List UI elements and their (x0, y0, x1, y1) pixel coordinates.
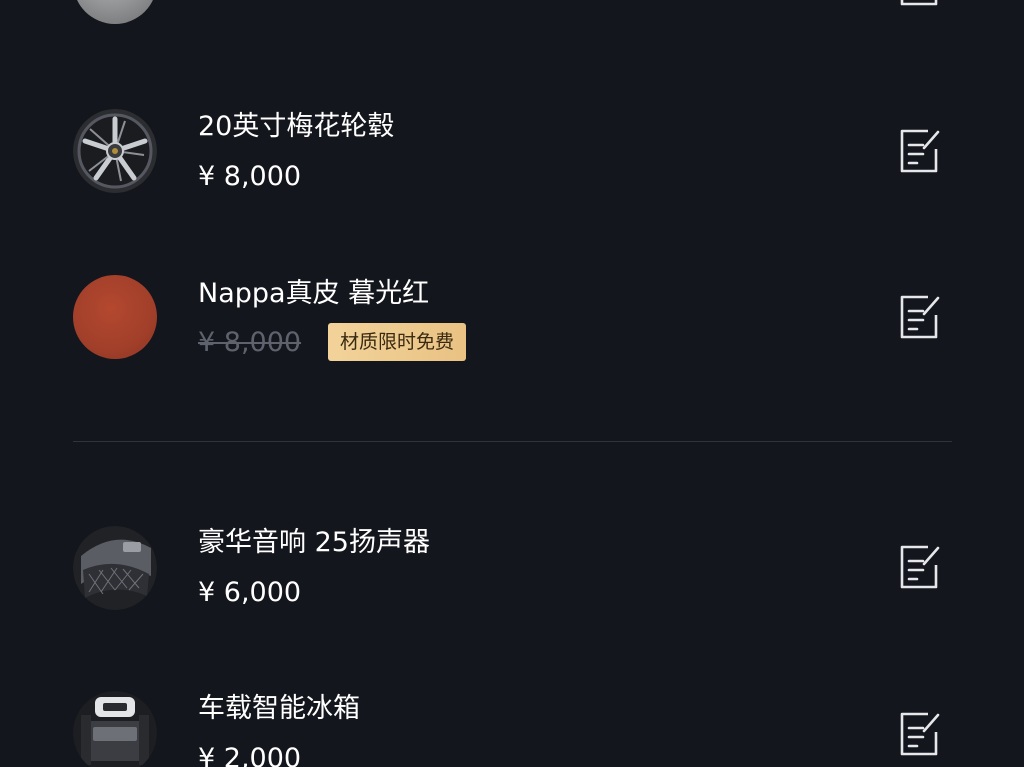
wheel-rim-thumbnail (73, 109, 157, 193)
promo-badge: 材质限时免费 (328, 323, 467, 361)
options-list-screen: 20英寸梅花轮毂 ¥ 8,000 Nappa真皮 暮光红 ¥ 8,000 材质限… (0, 0, 1024, 767)
edit-note-icon[interactable] (898, 710, 942, 758)
section-divider (73, 441, 952, 442)
speaker-thumbnail (73, 526, 157, 610)
edit-note-icon[interactable] (898, 293, 942, 341)
option-name: 车载智能冰箱 (198, 693, 360, 724)
option-price: ¥ 6,000 (198, 577, 302, 608)
edit-note-icon[interactable] (898, 127, 942, 175)
option-price: ¥ 8,000 (198, 161, 302, 192)
car-fridge-thumbnail (73, 691, 157, 767)
edit-note-icon[interactable] (898, 0, 942, 8)
edit-note-icon[interactable] (898, 543, 942, 591)
option-name: 豪华音响 25扬声器 (198, 527, 430, 558)
gray-sphere-thumbnail (73, 0, 157, 24)
option-price-struck: ¥ 8,000 (198, 327, 302, 358)
red-leather-swatch (73, 275, 157, 359)
option-name: 20英寸梅花轮毂 (198, 111, 395, 142)
option-price: ¥ 2,000 (198, 743, 302, 767)
option-name: Nappa真皮 暮光红 (198, 278, 430, 309)
